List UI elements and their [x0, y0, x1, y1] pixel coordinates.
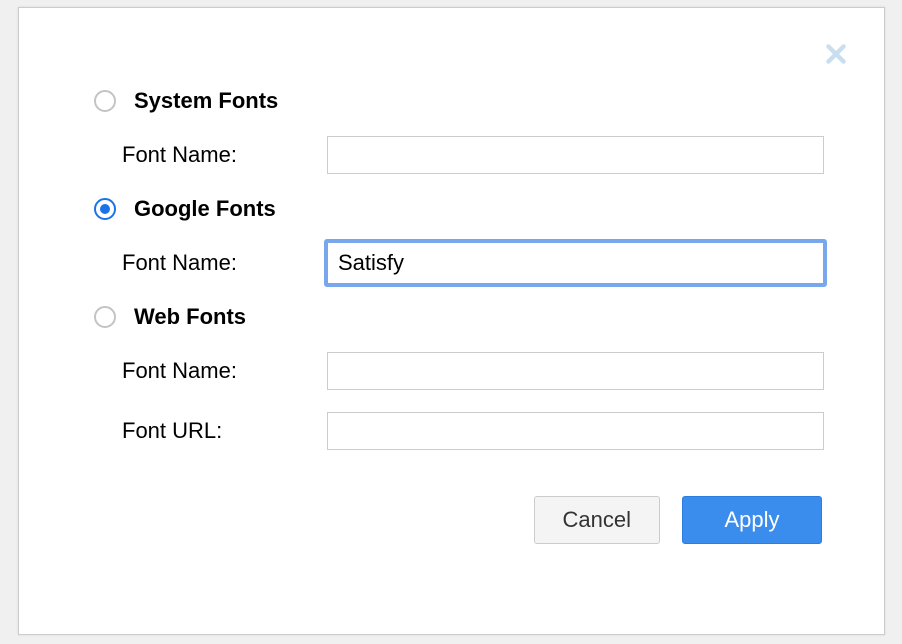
option-google-fonts: Google Fonts [94, 196, 824, 222]
system-font-name-input[interactable] [327, 136, 824, 174]
radio-google-fonts[interactable] [94, 198, 116, 220]
field-row-web-fonturl: Font URL: [122, 412, 824, 450]
field-label-web-fontname: Font Name: [122, 358, 327, 384]
cancel-button[interactable]: Cancel [534, 496, 660, 544]
web-font-name-input[interactable] [327, 352, 824, 390]
field-row-web-fontname: Font Name: [122, 352, 824, 390]
option-label-google: Google Fonts [134, 196, 276, 222]
dialog-content: System Fonts Font Name: Google Fonts Fon… [19, 8, 884, 584]
radio-system-fonts[interactable] [94, 90, 116, 112]
field-label-google-fontname: Font Name: [122, 250, 327, 276]
dialog-buttons: Cancel Apply [94, 496, 824, 544]
google-font-name-input[interactable] [324, 239, 827, 287]
radio-web-fonts[interactable] [94, 306, 116, 328]
font-dialog: System Fonts Font Name: Google Fonts Fon… [18, 7, 885, 635]
close-button[interactable] [818, 36, 854, 72]
option-web-fonts: Web Fonts [94, 304, 824, 330]
apply-button[interactable]: Apply [682, 496, 822, 544]
field-row-google-fontname: Font Name: [122, 244, 824, 282]
field-label-web-fonturl: Font URL: [122, 418, 327, 444]
close-icon [823, 41, 849, 67]
option-system-fonts: System Fonts [94, 88, 824, 114]
field-row-system-fontname: Font Name: [122, 136, 824, 174]
web-font-url-input[interactable] [327, 412, 824, 450]
option-label-system: System Fonts [134, 88, 278, 114]
field-label-system-fontname: Font Name: [122, 142, 327, 168]
option-label-web: Web Fonts [134, 304, 246, 330]
